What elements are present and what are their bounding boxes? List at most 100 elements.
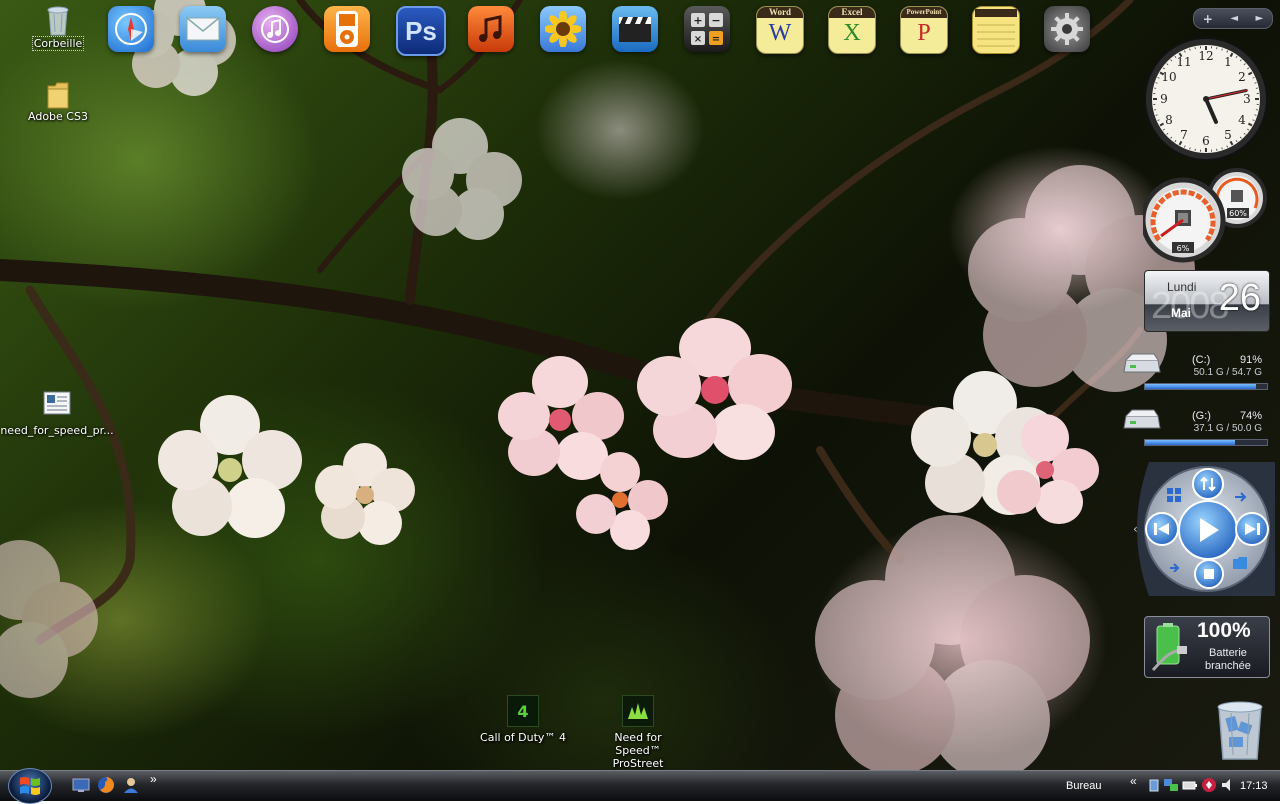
powerpoint-icon: P — [917, 18, 930, 48]
dock-photoshop[interactable]: Ps — [396, 6, 446, 56]
stop-icon — [1203, 568, 1215, 580]
dock-itunes[interactable] — [252, 6, 298, 52]
previous-track-button[interactable] — [1145, 512, 1179, 546]
desktop-icon-nfs-prostreet[interactable]: Need for Speed™ ProStreet — [590, 695, 686, 770]
battery-gadget[interactable]: 100% Batterie branchée — [1144, 616, 1270, 678]
desktop-icon-label: Adobe CS3 — [28, 110, 88, 123]
dock-iphoto[interactable] — [540, 6, 586, 52]
dock-excel[interactable]: Excel X — [828, 6, 876, 54]
svg-text:6: 6 — [1202, 134, 1210, 148]
dock-ipod[interactable] — [324, 6, 370, 52]
dock-word[interactable]: Word W — [756, 6, 804, 54]
calendar-month: Mai — [1171, 306, 1191, 320]
previous-track-icon — [1153, 522, 1171, 536]
drive-gadget-c[interactable]: (C:) 91% 50.1 G / 54.7 G — [1122, 350, 1270, 392]
taskbar: » Bureau « 17:13 — [0, 770, 1280, 801]
svg-text:1: 1 — [1224, 55, 1232, 69]
dock-calculator[interactable]: +−×= — [684, 6, 730, 52]
drive-usage-fill — [1145, 440, 1235, 445]
drive-usage-fill — [1145, 384, 1256, 389]
clock-gadget[interactable]: 1212 345 678 91011 — [1143, 36, 1269, 162]
clapperboard-icon — [617, 14, 653, 44]
quick-launch-show-desktop[interactable] — [72, 777, 90, 793]
expand-button[interactable] — [1231, 488, 1249, 506]
drive-usage: 37.1 G / 50.0 G — [1194, 423, 1262, 434]
word-icon: W — [769, 18, 792, 48]
battery-tray-icon[interactable] — [1182, 777, 1198, 793]
sidebar-add-gadget-button[interactable]: + — [1203, 12, 1213, 26]
battery-status-line1: Batterie — [1209, 647, 1247, 659]
network-status-icon[interactable] — [1148, 777, 1160, 793]
calendar-day-name: Lundi — [1167, 280, 1196, 294]
toolbar-bureau-label[interactable]: Bureau — [1066, 780, 1101, 792]
repeat-icon — [1168, 558, 1184, 572]
svg-text:=: = — [712, 34, 720, 45]
desktop-icon-call-of-duty[interactable]: 4 Call of Duty™ 4 — [478, 695, 568, 744]
drive-letter: (G:) — [1192, 410, 1211, 422]
excel-header: Excel — [829, 7, 875, 18]
quick-launch-overflow[interactable]: » — [150, 772, 157, 786]
mail-icon — [186, 17, 220, 41]
recycle-bin-dock-icon[interactable] — [1213, 695, 1267, 761]
user-icon — [122, 776, 140, 794]
repeat-button[interactable] — [1167, 556, 1185, 574]
notification-overflow[interactable]: « — [1130, 774, 1137, 788]
desktop-wallpaper — [0, 0, 1280, 770]
network-icon[interactable] — [1163, 777, 1179, 793]
battery-percent: 100% — [1197, 619, 1251, 643]
ipod-icon — [335, 10, 359, 48]
cpu-meter-gadget[interactable]: 60% 6% — [1143, 168, 1269, 264]
folder-icon — [1232, 556, 1248, 570]
quick-launch-firefox[interactable] — [97, 776, 115, 794]
svg-text:10: 10 — [1161, 70, 1176, 84]
open-folder-button[interactable] — [1231, 554, 1249, 572]
quick-launch-user[interactable] — [122, 776, 140, 794]
dock-powerpoint[interactable]: PowerPoint P — [900, 6, 948, 54]
svg-text:5: 5 — [1224, 128, 1232, 142]
antivirus-icon[interactable] — [1201, 777, 1217, 793]
analog-clock-face: 1212 345 678 91011 — [1143, 36, 1269, 162]
dock-imovie[interactable] — [612, 6, 658, 52]
taskbar-clock[interactable]: 17:13 — [1240, 780, 1268, 792]
recycle-bin-full-icon — [1213, 695, 1267, 761]
drive-gadget-g[interactable]: (G:) 74% 37.1 G / 50.0 G — [1122, 406, 1270, 448]
svg-text:‹: ‹ — [1133, 522, 1138, 536]
desktop-icon-nfs-file[interactable]: need_for_speed_pr... — [0, 390, 114, 437]
hard-drive-icon — [1122, 408, 1162, 434]
drive-usage-bar — [1144, 383, 1268, 390]
notepad-icon — [975, 9, 1017, 51]
play-icon — [1195, 516, 1221, 544]
start-button[interactable] — [8, 768, 52, 804]
hard-drive-icon — [1122, 352, 1162, 378]
cpu-meter-dials: 60% 6% — [1143, 168, 1269, 264]
folder-icon — [45, 80, 71, 110]
play-button[interactable] — [1178, 500, 1238, 560]
shuffle-button[interactable] — [1192, 468, 1224, 500]
calendar-day-number: 26 — [1219, 277, 1261, 320]
show-desktop-icon — [72, 777, 90, 793]
sidebar-next-button[interactable]: ► — [1256, 13, 1264, 24]
dock-mail[interactable] — [180, 6, 226, 52]
stop-button[interactable] — [1194, 559, 1224, 589]
arrow-right-icon — [1233, 490, 1247, 504]
windows-media-button[interactable] — [1165, 486, 1183, 504]
sidebar-prev-button[interactable]: ◄ — [1230, 13, 1238, 24]
desktop-icon-label: Call of Duty™ 4 — [480, 731, 566, 744]
desktop-icon-label: Need for Speed™ ProStreet — [590, 731, 686, 770]
desktop-icon-adobe-cs3[interactable]: Adobe CS3 — [22, 80, 94, 123]
nfs-icon — [622, 695, 654, 727]
dock-notes[interactable] — [972, 6, 1020, 54]
svg-text:−: − — [711, 14, 720, 27]
dock-safari[interactable] — [108, 6, 154, 52]
app-dock: Ps +−×= Word W Excel X PowerPoint P — [0, 0, 1130, 60]
dock-settings[interactable] — [1044, 6, 1090, 52]
excel-icon: X — [843, 18, 860, 48]
svg-text:9: 9 — [1160, 92, 1168, 106]
dock-garageband[interactable] — [468, 6, 514, 52]
drive-percent: 74% — [1240, 410, 1262, 422]
volume-icon[interactable] — [1220, 777, 1236, 793]
svg-text:4: 4 — [1238, 113, 1246, 127]
calendar-gadget[interactable]: 2008 Lundi Mai 26 — [1144, 270, 1270, 332]
ram-percent-label: 60% — [1229, 209, 1247, 218]
next-track-button[interactable] — [1235, 512, 1269, 546]
